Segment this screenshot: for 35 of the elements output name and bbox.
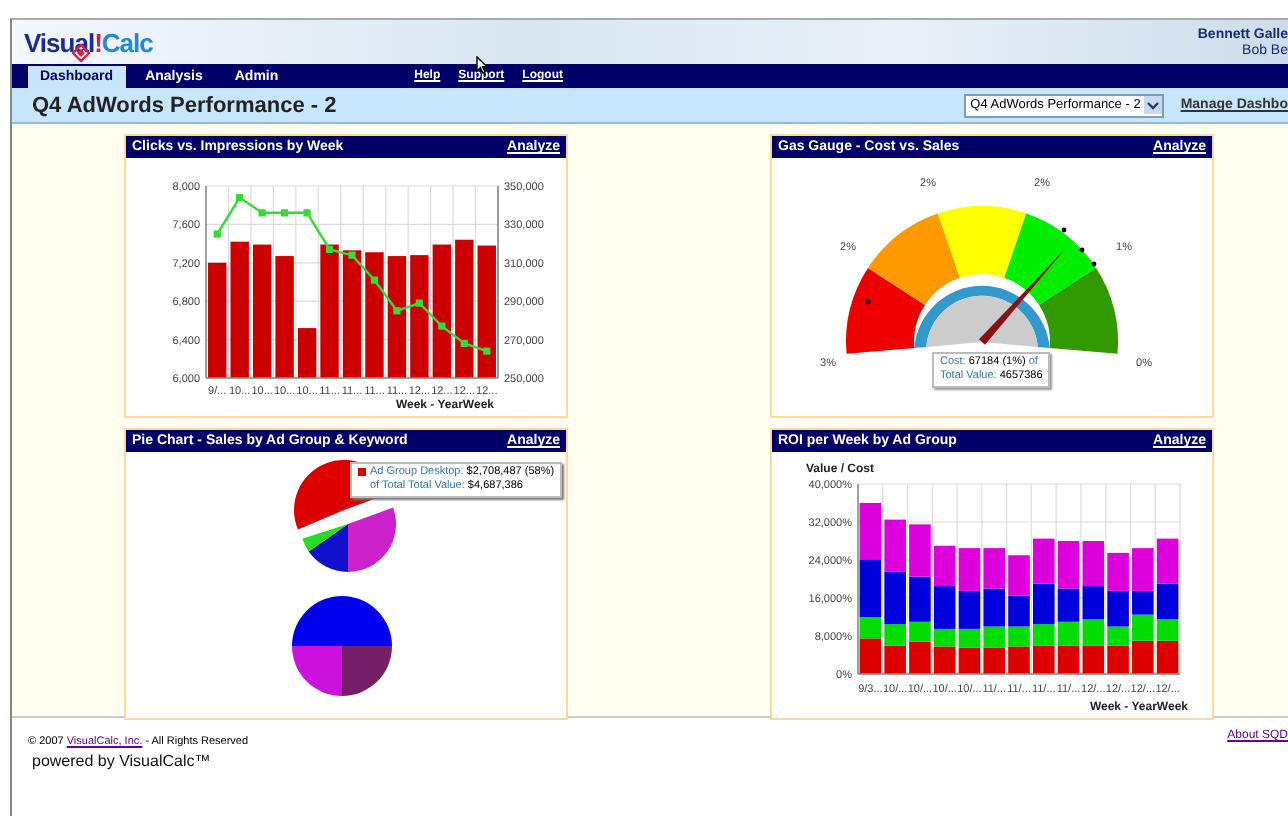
chart-bar — [884, 519, 906, 572]
dashboard-title: Q4 AdWords Performance - 2 — [32, 93, 337, 117]
powered-by-text: powered by VisualCalc™ — [32, 752, 213, 770]
chart-bar — [1082, 541, 1105, 587]
chart-bar — [933, 545, 956, 587]
chart-bar — [1082, 619, 1105, 646]
chart-bar — [1057, 541, 1080, 589]
pie-chart-drawing — [292, 596, 392, 696]
chart-bar — [230, 241, 249, 378]
chart-bar — [387, 256, 407, 378]
chart-bar — [909, 524, 931, 577]
chart-bar — [275, 256, 294, 378]
chart-bar — [1008, 646, 1030, 674]
chart-bar — [1082, 586, 1105, 620]
chart-bar — [477, 245, 496, 378]
chart-bar — [1008, 555, 1030, 596]
chart-bar — [365, 252, 384, 378]
chart-bar — [410, 255, 429, 378]
chart-bar — [455, 239, 474, 378]
chart-bar — [252, 244, 272, 378]
chart-bar — [1132, 614, 1154, 641]
chart-bar — [208, 262, 227, 378]
chart-bar — [297, 328, 317, 378]
chart-bar — [432, 244, 452, 378]
chart-bar — [320, 244, 339, 378]
chart-bar — [342, 250, 362, 378]
chart-bar — [1156, 538, 1179, 584]
chart-bar — [859, 503, 882, 560]
chart-bar — [958, 548, 981, 591]
gauge-needle — [979, 249, 1065, 345]
chart-bar — [1032, 538, 1055, 584]
chart-bar — [983, 548, 1006, 589]
logo-text[interactable]: Visual!Calc — [24, 27, 153, 57]
chart-bar — [1107, 552, 1129, 591]
dropdown-arrow-icon — [1144, 96, 1163, 114]
